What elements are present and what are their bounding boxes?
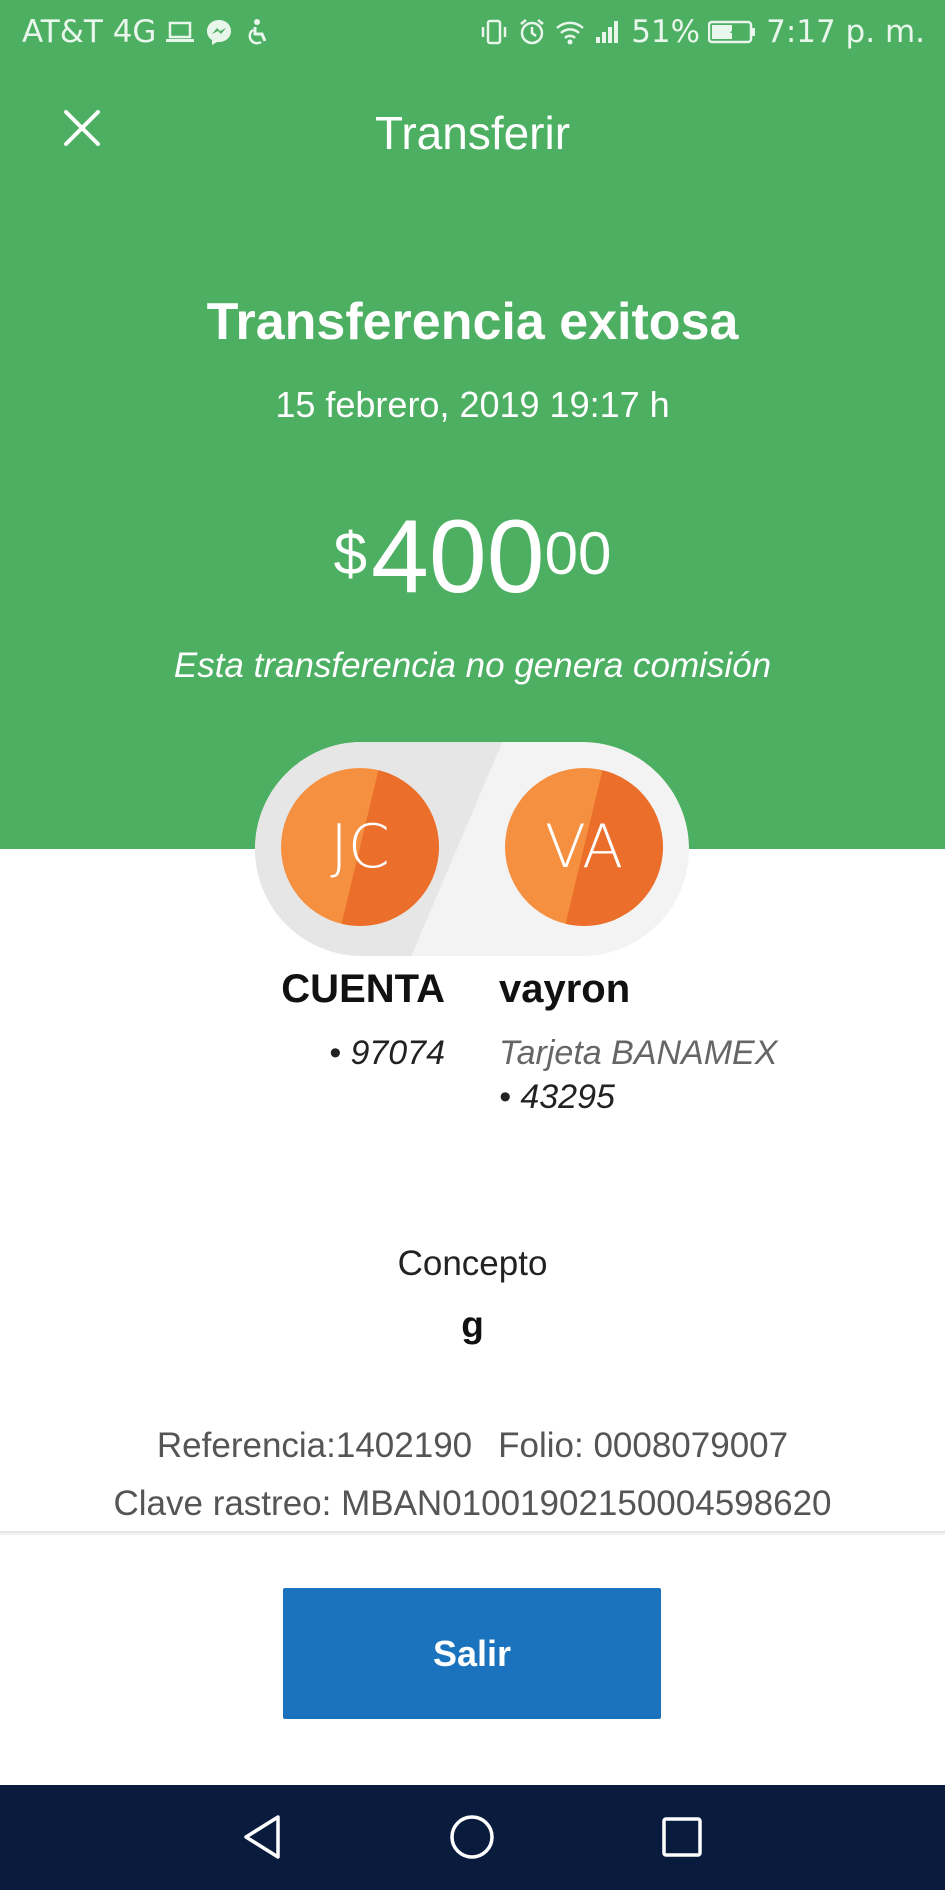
home-circle-icon — [448, 1813, 496, 1866]
tracking-key: Clave rastreo: MBAN01001902150004598620 — [113, 1484, 832, 1523]
reference-line: Referencia:1402190 Folio: 0008079007 — [0, 1426, 945, 1466]
concept-value: g — [461, 1304, 484, 1345]
success-title: Transferencia exitosa — [206, 293, 739, 351]
signal-icon — [593, 17, 623, 47]
nav-recents-button[interactable] — [650, 1807, 714, 1871]
status-bar-right: 51% 7:17 p. m. — [479, 14, 925, 50]
nav-home-button[interactable] — [440, 1807, 504, 1871]
messenger-icon — [204, 17, 234, 47]
accounts-avatar-pill: JC VA — [255, 742, 689, 956]
system-navigation-bar — [0, 1785, 945, 1890]
battery-charging-icon — [707, 17, 758, 47]
transfer-header — [0, 64, 945, 849]
concept-label: Concepto — [397, 1244, 548, 1283]
reference-number: Referencia:1402190 — [156, 1426, 473, 1465]
from-avatar: JC — [281, 768, 439, 926]
laptop-icon — [165, 17, 195, 47]
to-account-type: Tarjeta BANAMEX — [499, 1034, 778, 1072]
from-initials: JC — [330, 812, 390, 882]
transfer-date: 15 febrero, 2019 19:17 h — [275, 384, 670, 425]
amount-decimals: 00 — [544, 520, 612, 587]
clock-time: 7:17 p. m. — [766, 14, 925, 50]
battery-percent: 51% — [631, 14, 701, 50]
alarm-icon — [517, 17, 547, 47]
status-bar: AT&T 4G 51% 7:17 p. m. — [0, 0, 945, 64]
carrier-label: AT&T 4G — [22, 14, 157, 50]
footer-divider — [0, 1531, 945, 1535]
screen-title: Transferir — [374, 107, 571, 159]
vibrate-icon — [479, 17, 509, 47]
wifi-icon — [555, 17, 585, 47]
nav-back-button[interactable] — [230, 1807, 294, 1871]
from-account-name: CUENTA — [281, 967, 445, 1011]
amount-currency: $ — [333, 520, 368, 587]
to-account-name: vayron — [499, 967, 631, 1011]
back-triangle-icon — [240, 1813, 284, 1866]
amount-integer: 400 — [371, 499, 545, 615]
fee-note: Esta transferencia no genera comisión — [173, 646, 772, 685]
recents-square-icon — [660, 1815, 704, 1864]
status-bar-left: AT&T 4G — [22, 14, 273, 50]
exit-button[interactable]: Salir — [283, 1588, 661, 1719]
to-avatar: VA — [505, 768, 663, 926]
from-account-number: • 97074 — [329, 1034, 445, 1072]
accessibility-icon — [243, 17, 273, 47]
transfer-amount: $ 400 00 — [0, 505, 945, 609]
to-initials: VA — [544, 812, 624, 882]
to-account-number: • 43295 — [499, 1078, 615, 1116]
folio-number: Folio: 0008079007 — [498, 1426, 789, 1465]
